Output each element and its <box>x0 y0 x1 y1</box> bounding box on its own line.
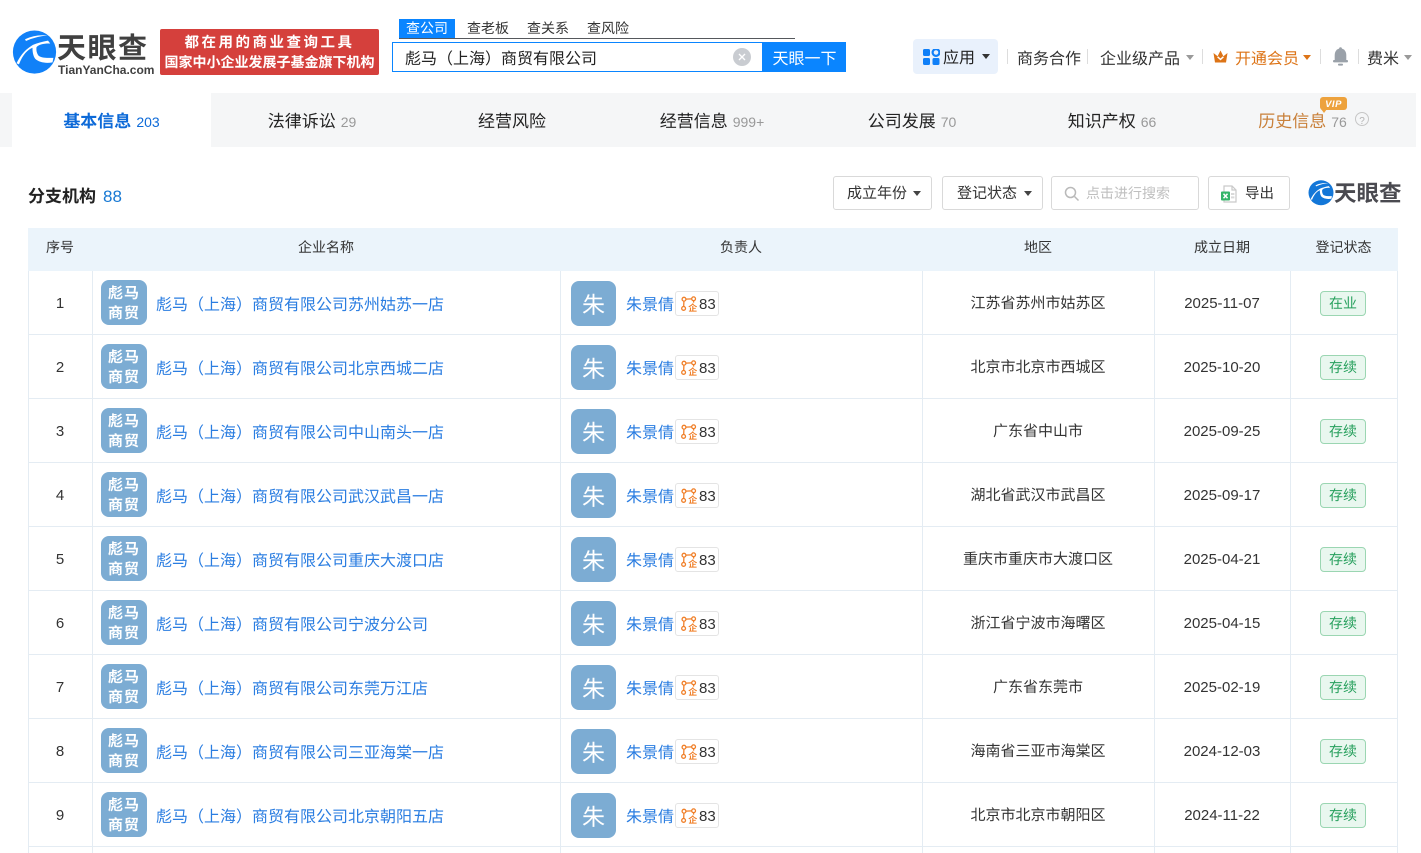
svg-text:企: 企 <box>688 301 697 312</box>
svg-text:企: 企 <box>688 429 697 440</box>
svg-text:企: 企 <box>688 557 697 568</box>
svg-text:企: 企 <box>688 621 697 632</box>
svg-text:企: 企 <box>688 365 697 376</box>
svg-text:企: 企 <box>688 685 697 696</box>
svg-text:企: 企 <box>688 813 697 824</box>
svg-text:企: 企 <box>688 493 697 504</box>
svg-text:企: 企 <box>688 749 697 760</box>
